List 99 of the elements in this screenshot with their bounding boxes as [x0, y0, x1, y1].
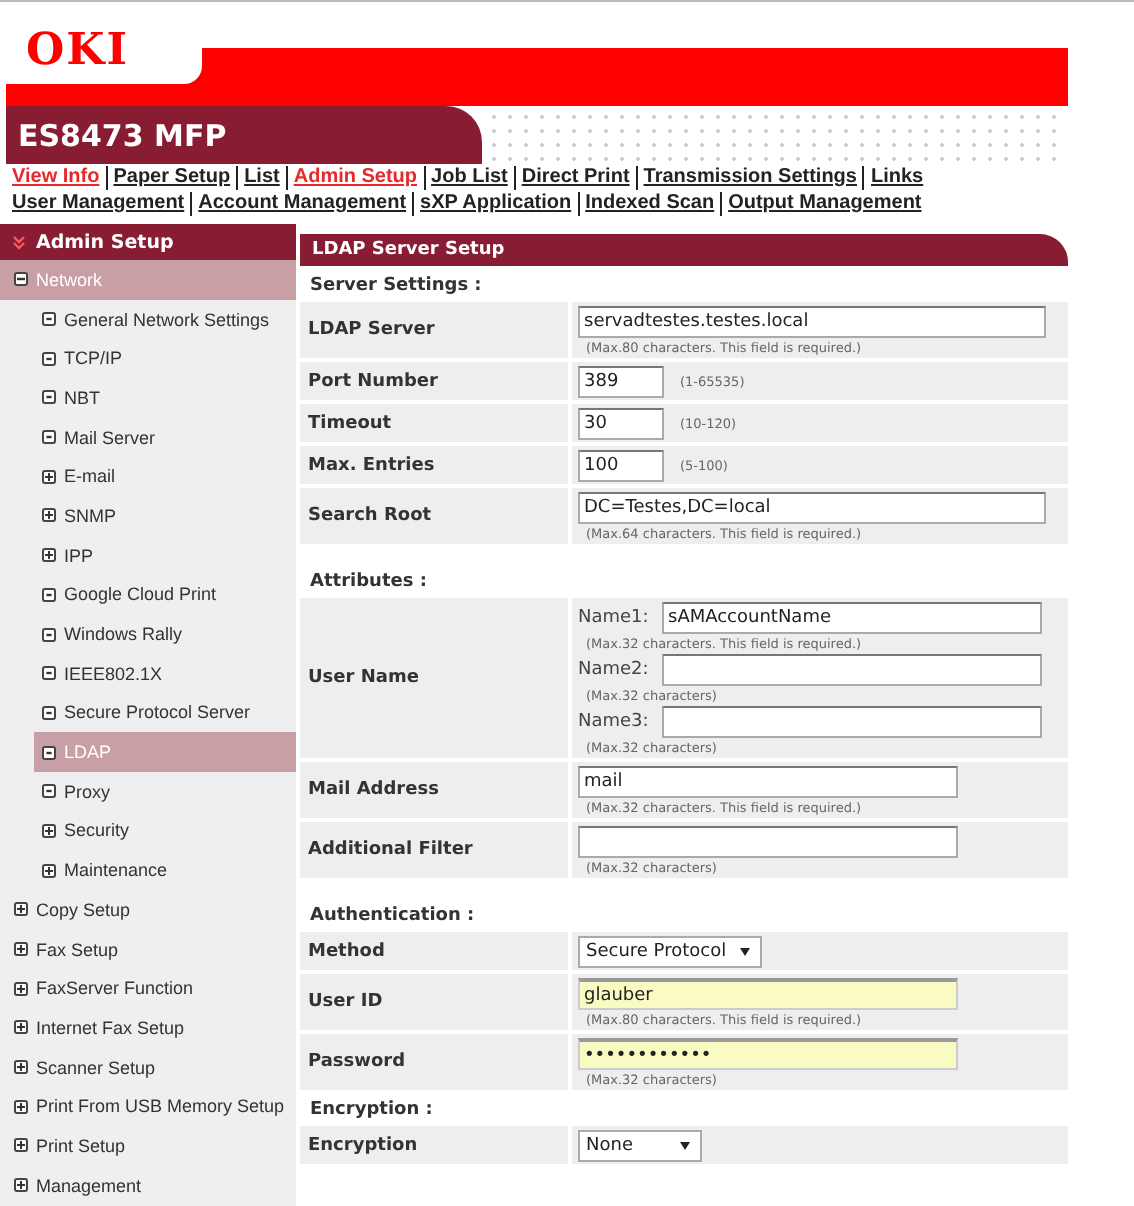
- field-label: User Name: [300, 598, 568, 758]
- page-icon: [42, 390, 56, 405]
- panel-header: LDAP Server Setup: [300, 234, 1068, 266]
- field-label: Timeout: [300, 404, 568, 442]
- field-label: LDAP Server: [300, 302, 568, 358]
- sidebar-item[interactable]: IPP: [34, 535, 296, 575]
- section-title: Encryption :: [308, 1098, 435, 1124]
- sidebar-item[interactable]: SNMP: [34, 496, 296, 536]
- sidebar-item[interactable]: General Network Settings: [34, 299, 296, 339]
- sidebar-item[interactable]: Scanner Setup: [0, 1047, 296, 1087]
- nav-link[interactable]: List: [236, 165, 286, 189]
- nav-link[interactable]: Indexed Scan: [577, 191, 721, 215]
- field-label: Name3:: [578, 712, 651, 732]
- sidebar-item[interactable]: Google Cloud Print: [34, 575, 296, 615]
- nav-link[interactable]: Links: [862, 165, 930, 189]
- sidebar-header: Admin Setup: [0, 224, 296, 260]
- dropdown[interactable]: None: [578, 1130, 702, 1162]
- page-icon: [42, 666, 56, 681]
- sidebar-item[interactable]: NBT: [34, 378, 296, 418]
- nav-link[interactable]: User Management: [12, 191, 191, 215]
- text-field[interactable]: sAMAccountName: [662, 602, 1042, 634]
- number-field[interactable]: 30: [578, 408, 664, 440]
- expand-icon[interactable]: [42, 863, 56, 878]
- page-icon: [42, 587, 56, 602]
- text-field[interactable]: [578, 826, 958, 858]
- page-icon: [42, 312, 56, 327]
- chevron-icon: [12, 235, 26, 249]
- field-label: Port Number: [300, 362, 568, 400]
- field-label: Search Root: [300, 488, 568, 544]
- model-title: ES8473 MFP: [6, 106, 482, 164]
- password-field[interactable]: ••••••••••••: [578, 1038, 958, 1070]
- section-title: Attributes :: [308, 570, 429, 596]
- nav-link[interactable]: Transmission Settings: [635, 165, 863, 189]
- text-field[interactable]: [662, 654, 1042, 686]
- text-field[interactable]: DC=Testes,DC=local: [578, 492, 1046, 524]
- nav-link[interactable]: Account Management: [190, 191, 413, 215]
- page-icon: [42, 784, 56, 799]
- nav-link[interactable]: Direct Print: [513, 165, 636, 189]
- field-label: Name1:: [578, 608, 651, 628]
- page-icon: [42, 430, 56, 445]
- page-icon: [42, 351, 56, 366]
- sidebar-item[interactable]: Proxy: [34, 771, 296, 812]
- sidebar-item[interactable]: Windows Rally: [34, 614, 296, 654]
- text-field[interactable]: glauber: [578, 978, 958, 1010]
- section-title: Server Settings :: [308, 274, 484, 300]
- field-label: Method: [300, 932, 568, 970]
- field-label: Max. Entries: [300, 446, 568, 484]
- sidebar-item[interactable]: Management: [0, 1165, 296, 1205]
- caret-icon: [740, 948, 751, 956]
- field-label: Name2:: [578, 660, 651, 680]
- nav-link[interactable]: View Info: [12, 165, 106, 189]
- text-field[interactable]: [662, 706, 1042, 738]
- sidebar-item[interactable]: Security: [34, 811, 296, 851]
- collapse-icon[interactable]: [14, 272, 28, 287]
- sidebar-item[interactable]: Print From USB Memory Setup: [0, 1086, 296, 1127]
- expand-icon[interactable]: [42, 548, 56, 563]
- field-label: Additional Filter: [300, 822, 568, 878]
- expand-icon[interactable]: [14, 1060, 28, 1075]
- nav-link[interactable]: Job List: [423, 165, 514, 189]
- expand-icon[interactable]: [14, 1099, 28, 1114]
- sidebar-item[interactable]: TCP/IP: [34, 338, 296, 379]
- page-icon: [42, 705, 56, 720]
- page-icon: [42, 627, 56, 642]
- text-field[interactable]: mail: [578, 766, 958, 798]
- field-label: Encryption: [300, 1126, 568, 1164]
- expand-icon[interactable]: [14, 942, 28, 957]
- sidebar-item[interactable]: Copy Setup: [0, 890, 296, 930]
- sidebar-item[interactable]: Internet Fax Setup: [0, 1008, 296, 1048]
- nav-link[interactable]: Admin Setup: [285, 165, 424, 189]
- sidebar-item[interactable]: IEEE802.1X: [34, 653, 296, 694]
- sidebar-item[interactable]: Print Setup: [0, 1126, 296, 1166]
- expand-icon[interactable]: [14, 902, 28, 917]
- number-field[interactable]: 100: [578, 450, 664, 482]
- sidebar-item[interactable]: Secure Protocol Server: [34, 693, 296, 733]
- expand-icon[interactable]: [42, 823, 56, 838]
- expand-icon[interactable]: [14, 1020, 28, 1035]
- field-label: Mail Address: [300, 762, 568, 818]
- page-icon: [42, 745, 56, 760]
- caret-icon: [680, 1142, 690, 1150]
- expand-icon[interactable]: [42, 508, 56, 523]
- section-title: Authentication :: [308, 904, 477, 930]
- expand-icon[interactable]: [42, 469, 56, 484]
- text-field[interactable]: servadtestes.testes.local: [578, 306, 1046, 338]
- field-label: Password: [300, 1034, 568, 1090]
- sidebar-item[interactable]: FaxServer Function: [0, 968, 296, 1009]
- expand-icon[interactable]: [14, 981, 28, 996]
- number-field[interactable]: 389: [578, 366, 664, 398]
- nav-link[interactable]: sXP Application: [412, 191, 578, 215]
- field-label: User ID: [300, 974, 568, 1030]
- logo: OKI: [26, 21, 130, 71]
- expand-icon[interactable]: [14, 1138, 28, 1153]
- nav-link[interactable]: Paper Setup: [105, 165, 237, 189]
- nav-link[interactable]: Output Management: [720, 191, 928, 215]
- sidebar-item[interactable]: E-mail: [34, 456, 296, 497]
- sidebar-item[interactable]: Maintenance: [34, 850, 296, 890]
- sidebar-item[interactable]: Fax Setup: [0, 929, 296, 969]
- expand-icon[interactable]: [14, 1178, 28, 1193]
- dropdown[interactable]: Secure Protocol: [578, 936, 763, 968]
- sidebar-item[interactable]: Mail Server: [34, 417, 296, 457]
